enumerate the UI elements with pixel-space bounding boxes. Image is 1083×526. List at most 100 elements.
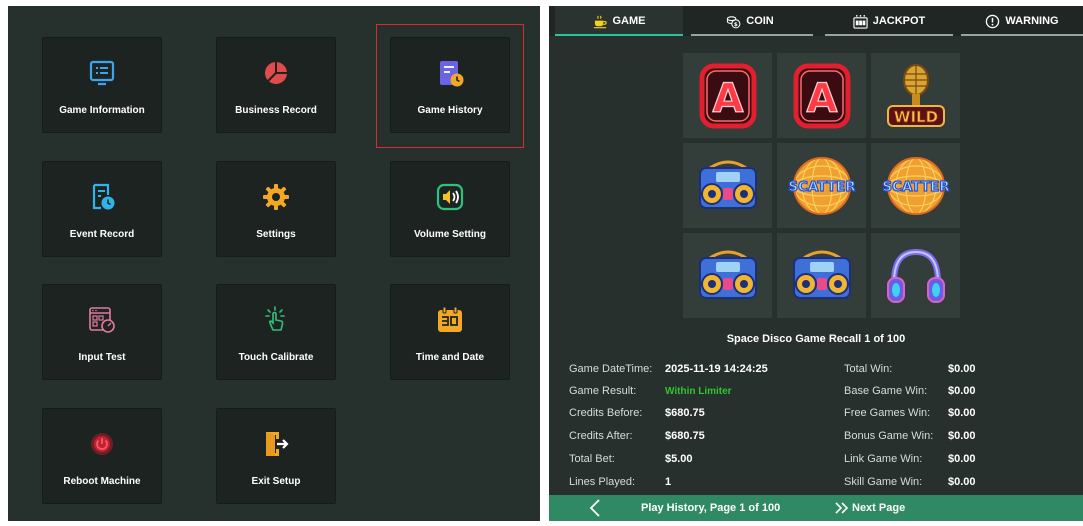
next-page-label: Next Page [852,502,906,514]
game-information-label: Game Information [59,105,145,116]
page-indicator: Play History, Page 1 of 100 [641,502,781,514]
settings-button[interactable]: Settings [216,161,336,257]
tab-coin-underline [691,34,813,36]
game-information-button[interactable]: Game Information [42,37,162,133]
exit-setup-button[interactable]: Exit Setup [216,408,336,504]
game-information-icon [89,60,115,86]
info-label: Bonus Game Win: [844,430,934,442]
tab-jackpot-label: JACKPOT [872,15,926,27]
tab-warning-underline [961,34,1083,36]
headphones-icon [886,248,945,303]
reel-cell-boombox [777,233,866,318]
info-value: $680.75 [665,407,705,419]
exit-setup-label: Exit Setup [251,476,301,487]
power-icon [91,433,113,455]
scatter-disco-ball-icon: SCATTER [881,156,950,215]
reel-cell-boombox [683,233,772,318]
business-record-button[interactable]: Business Record [216,37,336,133]
svg-text:$: $ [734,22,738,28]
game-result-status: Within Limiter [665,386,732,397]
svg-text:SCATTER: SCATTER [882,179,950,195]
tab-jackpot[interactable]: JACKPOT [825,6,953,36]
info-row-lines-played: Lines Played: 1 [569,476,829,490]
info-label: Game DateTime: [569,363,653,375]
info-value: $680.75 [665,430,705,442]
svg-text:A: A [712,76,743,122]
input-test-label: Input Test [78,352,126,363]
info-value: $0.00 [948,453,976,465]
warning-icon [986,14,1000,28]
info-row-bonus-game-win: Bonus Game Win: $0.00 [844,430,1064,444]
info-value: $5.00 [665,453,693,465]
info-label: Total Bet: [569,453,615,465]
info-row-game-datetime: Game DateTime: 2025-11-19 14:24:25 [569,363,829,377]
business-record-label: Business Record [235,105,317,116]
event-record-label: Event Record [69,229,135,240]
reel-grid: A A WILD SCATTER SCATTER [683,53,963,318]
history-tab-bar: GAME $ COIN JACKPOT WARNING [549,6,1083,36]
touch-hand-icon [265,306,285,331]
info-row-credits-before: Credits Before: $680.75 [569,407,829,421]
info-label: Total Win: [844,363,893,375]
info-label: Skill Game Win: [844,476,923,488]
info-label: Lines Played: [569,476,636,488]
game-history-panel: GAME $ COIN JACKPOT WARNING A A WILD SCA… [549,6,1083,521]
next-page-button[interactable]: Next Page [835,498,905,518]
pie-chart-icon [265,61,288,84]
coffee-cup-icon [593,15,607,28]
touch-calibrate-button[interactable]: Touch Calibrate [216,284,336,380]
exit-door-icon [266,432,289,456]
touch-calibrate-label: Touch Calibrate [238,352,314,363]
svg-text:SCATTER: SCATTER [788,179,856,195]
svg-text:A: A [806,76,837,122]
info-row-total-win: Total Win: $0.00 [844,363,1064,377]
reel-cell-a-symbol: A [683,53,772,138]
selection-highlight [376,24,524,148]
neon-a-symbol-icon: A [699,63,756,128]
speaker-icon [436,183,464,211]
reel-cell-boombox [683,143,772,228]
chevron-left-icon[interactable] [589,499,601,517]
recall-title: Space Disco Game Recall 1 of 100 [726,333,906,345]
reel-cell-scatter: SCATTER [871,143,960,228]
info-label: Game Result: [569,385,637,397]
coin-icon: $ [727,15,741,28]
info-row-skill-game-win: Skill Game Win: $0.00 [844,476,1064,490]
info-row-base-game-win: Base Game Win: $0.00 [844,385,1064,399]
event-record-button[interactable]: Event Record [42,161,162,257]
double-chevron-right-icon [835,502,849,514]
scatter-disco-ball-icon: SCATTER [787,156,856,215]
info-value: $0.00 [948,476,976,488]
tab-game[interactable]: GAME [555,6,683,36]
input-test-button[interactable]: Input Test [42,284,162,380]
tab-coin-label: COIN [746,15,774,27]
setup-menu-panel: Game Information Business Record Game Hi… [8,6,540,521]
reel-cell-wild-microphone: WILD [871,53,960,138]
time-and-date-label: Time and Date [415,352,485,363]
volume-setting-label: Volume Setting [413,229,487,240]
info-value: 1 [665,476,672,488]
info-row-link-game-win: Link Game Win: $0.00 [844,453,1064,467]
info-value: $0.00 [948,407,976,419]
svg-text:WILD: WILD [893,108,937,126]
reel-cell-a-symbol: A [777,53,866,138]
event-record-icon [92,183,115,210]
tab-warning-label: WARNING [1005,15,1059,27]
reboot-machine-button[interactable]: Reboot Machine [42,408,162,504]
info-label: Free Games Win: [844,407,931,419]
gear-icon [263,184,289,210]
wild-microphone-icon: WILD [886,63,945,127]
reel-cell-scatter: SCATTER [777,143,866,228]
time-and-date-button[interactable]: Time and Date [390,284,510,380]
info-row-game-result: Game Result: Within Limiter [569,385,829,399]
tab-game-underline [555,34,683,36]
jackpot-machine-icon [853,14,868,29]
volume-setting-button[interactable]: Volume Setting [390,161,510,257]
pagination-footer: Play History, Page 1 of 100 Next Page [549,495,1083,521]
tab-coin[interactable]: $ COIN [687,6,813,36]
input-test-icon [89,307,115,333]
info-value: $0.00 [948,430,976,442]
tab-warning[interactable]: WARNING [961,6,1083,36]
tab-game-label: GAME [612,15,646,27]
info-label: Credits After: [569,430,633,442]
